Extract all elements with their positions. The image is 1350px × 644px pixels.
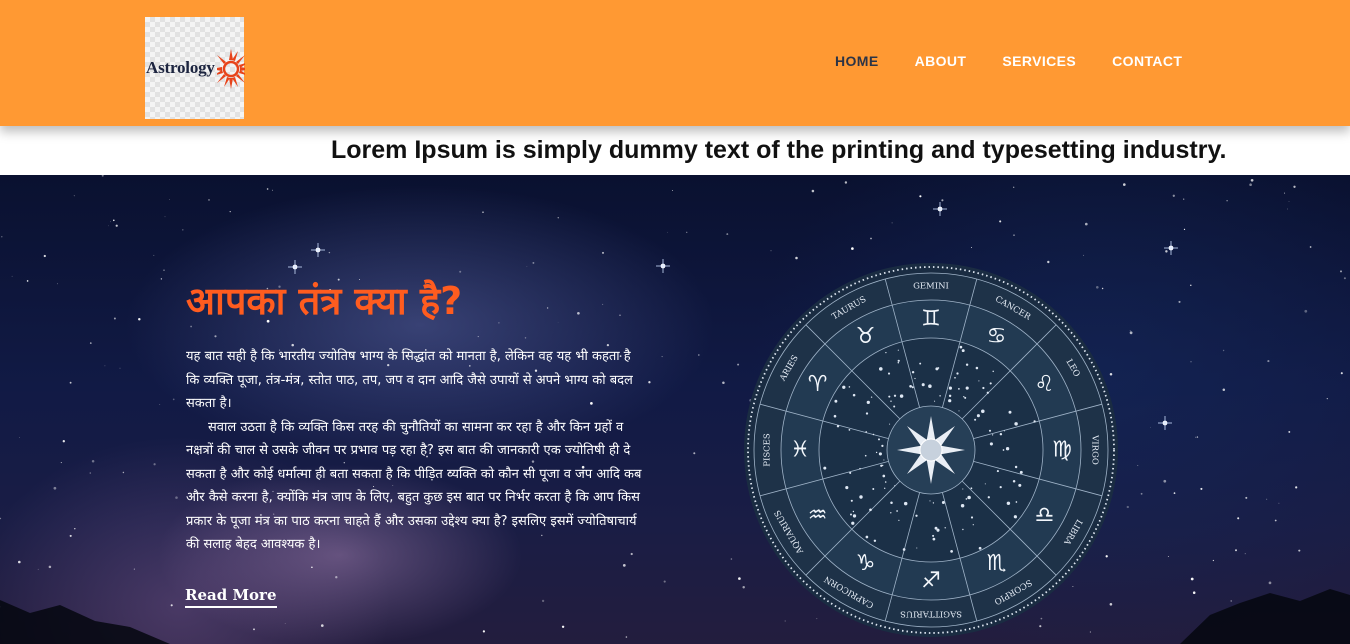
nav-about[interactable]: ABOUT <box>915 53 967 69</box>
sun-face-icon <box>897 416 965 484</box>
nav-home[interactable]: HOME <box>835 53 879 69</box>
zodiac-label-sagittarius: SAGITTARIUS <box>900 609 962 619</box>
zodiac-label-virgo: VIRGO <box>1090 434 1100 465</box>
site-logo[interactable]: Astrology <box>145 17 245 119</box>
pisces-icon: ♓ <box>790 438 810 463</box>
logo-text: Astrology <box>146 58 215 77</box>
hero-description: यह बात सही है कि भारतीय ज्योतिष भाग्य के… <box>186 345 644 557</box>
sun-icon <box>217 49 245 89</box>
hero-paragraph-2: सवाल उठता है कि व्यक्ति किस तरह की चुनौत… <box>186 419 642 553</box>
nav-services[interactable]: SERVICES <box>1002 53 1076 69</box>
virgo-icon: ♍ <box>1052 438 1072 463</box>
news-ticker: Lorem Ipsum is simply dummy text of the … <box>0 126 1350 175</box>
hero-section: आपका तंत्र क्या है? यह बात सही है कि भार… <box>0 175 1350 644</box>
zodiac-wheel-image: GEMINI♊ CANCER♋LEO♌VIRGO♍LIBRA♎SCORPIO♏SA… <box>744 263 1118 637</box>
site-header: Astrology HOME ABOUT SERVICES CONTACT <box>0 0 1350 126</box>
main-nav: HOME ABOUT SERVICES CONTACT <box>835 53 1218 69</box>
scorpio-icon: ♏ <box>987 551 1007 576</box>
leo-icon: ♌ <box>1035 372 1055 397</box>
sagittarius-icon: ♐ <box>921 569 941 594</box>
read-more-link[interactable]: Read More <box>185 586 277 608</box>
hero-title: आपका तंत्र क्या है? <box>186 279 463 323</box>
aquarius-icon: ♒ <box>808 503 828 528</box>
ticker-text: Lorem Ipsum is simply dummy text of the … <box>331 136 1227 164</box>
taurus-icon: ♉ <box>856 324 876 349</box>
aries-icon: ♈ <box>808 372 828 397</box>
cancer-icon: ♋ <box>987 324 1007 349</box>
nav-contact[interactable]: CONTACT <box>1112 53 1182 69</box>
zodiac-label-gemini: GEMINI <box>913 282 949 292</box>
libra-icon: ♎ <box>1035 503 1055 528</box>
gemini-icon: ♊ <box>921 307 941 332</box>
capricorn-icon: ♑ <box>856 551 876 576</box>
hero-paragraph-1: यह बात सही है कि भारतीय ज्योतिष भाग्य के… <box>186 349 633 411</box>
zodiac-label-pisces: PISCES <box>763 433 773 467</box>
